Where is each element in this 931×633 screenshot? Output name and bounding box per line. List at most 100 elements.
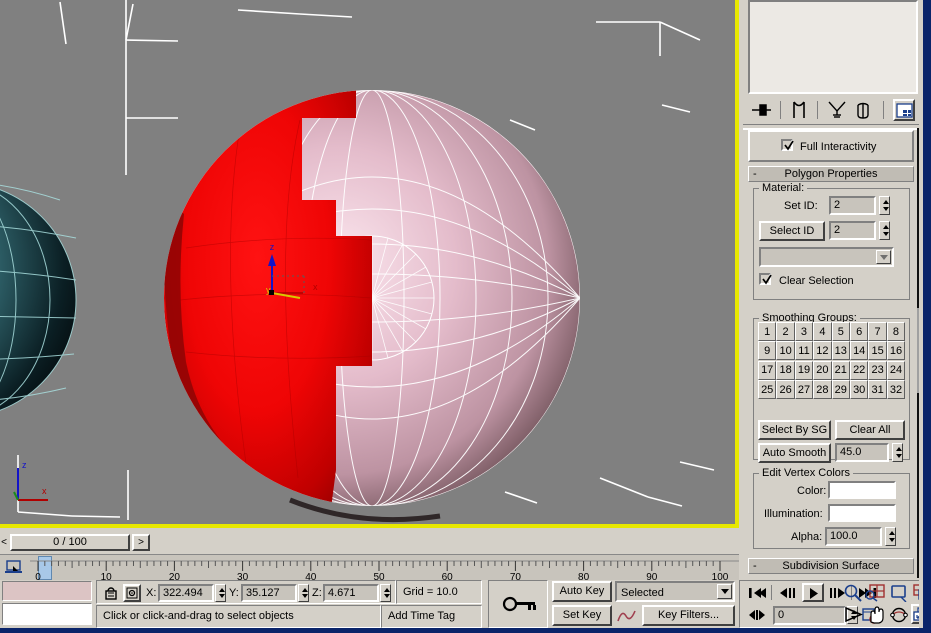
- smoothing-group-button-11[interactable]: 11: [794, 341, 814, 361]
- smoothing-group-button-28[interactable]: 28: [813, 380, 832, 400]
- smoothing-group-button-19[interactable]: 19: [794, 360, 814, 380]
- arc-rotate-icon[interactable]: [889, 605, 911, 624]
- auto-key-button[interactable]: Auto Key: [552, 581, 612, 602]
- smoothing-group-button-15[interactable]: 15: [868, 341, 887, 361]
- smoothing-group-button-29[interactable]: 29: [831, 380, 850, 400]
- smoothing-group-button-27[interactable]: 27: [794, 380, 814, 400]
- set-id-label: Set ID:: [784, 200, 818, 212]
- smoothing-group-button-9[interactable]: 9: [758, 341, 777, 361]
- smoothing-group-button-1[interactable]: 1: [758, 322, 777, 341]
- auto-smooth-spinner[interactable]: [892, 443, 903, 462]
- time-slider-next-arrow[interactable]: >: [132, 534, 150, 551]
- select-id-button[interactable]: Select ID: [759, 221, 825, 241]
- current-frame-field[interactable]: 0: [773, 606, 846, 625]
- select-id-field[interactable]: 2: [829, 221, 876, 240]
- smoothing-group-button-31[interactable]: 31: [868, 380, 887, 400]
- curve-icon[interactable]: [617, 607, 637, 625]
- coord-z-field[interactable]: 4.671: [323, 584, 379, 602]
- time-slider-prev-arrow[interactable]: <: [0, 534, 8, 552]
- absolute-relative-mode-button[interactable]: [123, 584, 141, 602]
- time-slider-handle[interactable]: 0 / 100: [10, 534, 130, 551]
- smoothing-group-button-6[interactable]: 6: [850, 322, 869, 341]
- coord-x-spinner[interactable]: [215, 584, 226, 602]
- smoothing-group-button-26[interactable]: 26: [776, 380, 795, 400]
- smoothing-group-button-20[interactable]: 20: [813, 360, 832, 380]
- status-bar: X: 322.494 Y: 35.127 Z: 4.671 Grid = 10.…: [96, 580, 931, 628]
- smoothing-group-button-8[interactable]: 8: [886, 322, 906, 341]
- smoothing-group-button-2[interactable]: 2: [776, 322, 795, 341]
- alpha-spinner[interactable]: [885, 527, 896, 546]
- coord-x-field[interactable]: 322.494: [158, 584, 214, 602]
- full-interactivity-checkbox[interactable]: [781, 139, 794, 151]
- named-selection-set-combo[interactable]: Selected: [615, 581, 735, 602]
- alpha-field[interactable]: 100.0: [825, 527, 882, 546]
- smoothing-group-button-18[interactable]: 18: [776, 360, 795, 380]
- smoothing-group-button-7[interactable]: 7: [868, 322, 887, 341]
- smoothing-group-button-23[interactable]: 23: [868, 360, 887, 380]
- collapse-icon: -: [753, 560, 757, 572]
- make-unique-icon[interactable]: [826, 99, 850, 121]
- smoothing-group-button-32[interactable]: 32: [886, 380, 906, 400]
- zoom-all-icon[interactable]: [865, 583, 887, 602]
- chevron-down-icon[interactable]: [717, 584, 732, 599]
- smoothing-group-button-30[interactable]: 30: [850, 380, 869, 400]
- zoom-extents-icon[interactable]: [888, 583, 910, 602]
- smoothing-group-button-25[interactable]: 25: [758, 380, 777, 400]
- key-filters-button[interactable]: Key Filters...: [642, 605, 735, 626]
- smoothing-group-button-12[interactable]: 12: [813, 341, 832, 361]
- smoothing-group-button-5[interactable]: 5: [831, 322, 850, 341]
- hand-icon[interactable]: [866, 605, 888, 624]
- lock-icon[interactable]: [104, 584, 118, 601]
- illumination-swatch[interactable]: [828, 504, 896, 522]
- track-bar[interactable]: 0 10 20 30 40 50 60 70 80 90 100: [0, 554, 739, 581]
- coord-z-spinner[interactable]: [380, 584, 391, 602]
- pin-icon[interactable]: [751, 99, 775, 121]
- smoothing-group-button-13[interactable]: 13: [831, 341, 850, 361]
- open-mini-curve-editor-icon[interactable]: [4, 558, 26, 578]
- smoothing-group-button-21[interactable]: 21: [831, 360, 850, 380]
- smoothing-group-button-4[interactable]: 4: [813, 322, 832, 341]
- trash-icon[interactable]: [853, 99, 877, 121]
- prev-frame-icon[interactable]: [778, 585, 798, 601]
- auto-smooth-button[interactable]: Auto Smooth: [758, 443, 831, 463]
- key-mode-toggle-icon[interactable]: [747, 607, 767, 623]
- polygon-properties-rollout-header[interactable]: - Polygon Properties: [748, 166, 914, 182]
- configure-sets-icon[interactable]: [893, 99, 915, 121]
- magnifier-icon[interactable]: [843, 583, 863, 602]
- clear-selection-checkbox[interactable]: [759, 273, 772, 285]
- smoothing-group-button-22[interactable]: 22: [850, 360, 869, 380]
- smoothing-group-button-16[interactable]: 16: [886, 341, 906, 361]
- set-key-button[interactable]: Set Key: [552, 605, 612, 626]
- maxscript-listener-input[interactable]: [2, 603, 92, 625]
- smoothing-group-button-24[interactable]: 24: [886, 360, 906, 380]
- material-id-combo[interactable]: [759, 247, 894, 267]
- show-end-result-icon[interactable]: [789, 99, 813, 121]
- polygon-properties-title: Polygon Properties: [784, 168, 878, 180]
- max-main-window: z x y z x < 0 / 100 > 0 10 20 30 40 50 6…: [0, 0, 931, 633]
- selected-sphere: [164, 90, 580, 523]
- play-animation-button[interactable]: [802, 583, 824, 602]
- select-id-spinner[interactable]: [879, 221, 890, 240]
- set-id-spinner[interactable]: [879, 196, 890, 215]
- auto-smooth-field[interactable]: 45.0: [835, 443, 889, 462]
- perspective-viewport[interactable]: z x y z x: [0, 0, 739, 528]
- vertex-color-swatch[interactable]: [828, 481, 896, 499]
- modifier-stack-listbox[interactable]: [748, 0, 918, 94]
- key-mode-panel: [488, 580, 548, 628]
- smoothing-group-button-17[interactable]: 17: [758, 360, 777, 380]
- smoothing-group-button-10[interactable]: 10: [776, 341, 795, 361]
- coord-y-field[interactable]: 35.127: [241, 584, 297, 602]
- select-by-sg-button[interactable]: Select By SG: [758, 420, 831, 440]
- goto-start-icon[interactable]: [747, 585, 767, 601]
- add-time-tag-button[interactable]: Add Time Tag: [381, 605, 482, 628]
- coord-y-spinner[interactable]: [298, 584, 309, 602]
- key-icon[interactable]: [501, 594, 537, 614]
- fov-icon[interactable]: [843, 605, 865, 624]
- maxscript-listener-output[interactable]: [2, 581, 92, 601]
- subdivision-surface-rollout-header[interactable]: - Subdivision Surface: [748, 558, 914, 574]
- smoothing-group-button-3[interactable]: 3: [794, 322, 814, 341]
- clear-all-button[interactable]: Clear All: [835, 420, 905, 440]
- smoothing-group-button-14[interactable]: 14: [850, 341, 869, 361]
- set-id-field[interactable]: 2: [829, 196, 876, 215]
- chevron-down-icon[interactable]: [876, 250, 891, 264]
